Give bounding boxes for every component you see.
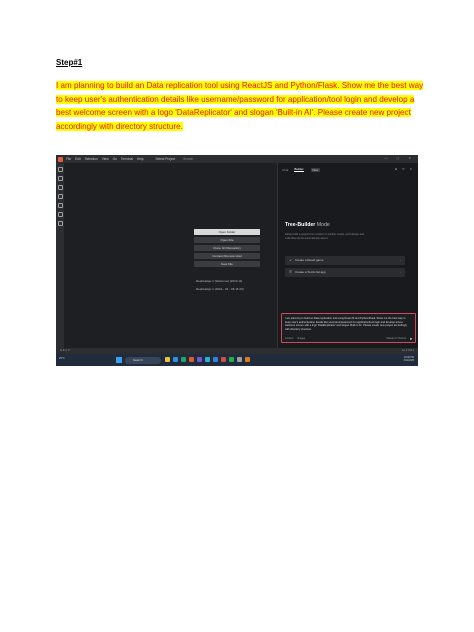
debug-icon[interactable] xyxy=(57,194,63,199)
model-selector[interactable]: Claude 3.7 Sonnet xyxy=(386,337,406,340)
panel-toolbar[interactable]: ⊕ ↻ ✕ xyxy=(395,167,414,171)
window-controls[interactable]: — ▢ ✕ xyxy=(384,156,415,160)
settings-icon[interactable] xyxy=(57,221,63,226)
suggestion-label: Create a To-Do list app xyxy=(295,270,326,274)
menu-terminal[interactable]: Terminal xyxy=(121,157,133,161)
new-badge: New xyxy=(310,167,320,172)
source-control-icon[interactable] xyxy=(57,185,63,190)
step-heading: Step#1 xyxy=(56,58,83,67)
connect-remote-button[interactable]: Connect Remote Host xyxy=(194,253,260,259)
recent-project[interactable]: ReplicaApp 1 (Welcome) [2019 11] xyxy=(196,279,242,283)
recent-project[interactable]: ReplicaApp 1 (2019 - 02 - 06 16 23) xyxy=(196,287,244,291)
panel-title-mode: Mode xyxy=(316,222,330,228)
menu-help[interactable]: Help xyxy=(137,157,144,161)
prompt-paragraph: I am planning to build an Data replicati… xyxy=(56,79,424,133)
windows-start-icon[interactable] xyxy=(116,357,122,363)
menu-go[interactable]: Go xyxy=(113,157,117,161)
menu-file[interactable]: File xyxy=(66,157,71,161)
app-icon[interactable] xyxy=(181,357,186,362)
clone-repo-button[interactable]: Clone Git Repository xyxy=(194,245,260,251)
tab-builder[interactable]: Builder xyxy=(294,167,304,172)
context-button[interactable]: Context xyxy=(285,337,293,340)
open-file-button[interactable]: Open File xyxy=(194,237,260,243)
remote-icon[interactable] xyxy=(57,212,63,217)
panel-title: Tree-Builder Mode xyxy=(285,222,330,228)
app-icon[interactable] xyxy=(229,357,234,362)
list-icon: ☰ xyxy=(289,270,292,274)
browser-icon[interactable] xyxy=(173,357,178,362)
app-icon[interactable] xyxy=(237,357,242,362)
taskbar-apps xyxy=(165,357,253,362)
system-clock[interactable]: 10:09 PM 3/11/2025 xyxy=(404,356,414,363)
panel-title-text: Tree-Builder xyxy=(285,222,316,228)
clock-date: 3/11/2025 xyxy=(403,359,414,363)
ai-side-panel: Chat Builder New ⊕ ↻ ✕ Tree-Builder Mode… xyxy=(277,163,418,348)
app-icon[interactable] xyxy=(213,357,218,362)
taskbar-search[interactable]: Search xyxy=(125,356,161,364)
rocket-icon: ➶ xyxy=(289,258,292,262)
app-icon[interactable] xyxy=(245,357,250,362)
images-button[interactable]: Images xyxy=(297,337,305,340)
app-icon[interactable] xyxy=(205,357,210,362)
menu-bar: File Edit Selection View Go Terminal Hel… xyxy=(56,155,418,163)
app-logo-icon xyxy=(58,156,63,162)
panel-description: Easily build a project from scratch or a… xyxy=(285,233,364,240)
welcome-editor: Open Folder Open File Clone Git Reposito… xyxy=(64,163,275,348)
tab-chat[interactable]: Chat xyxy=(282,168,288,172)
new-file-button[interactable]: New File xyxy=(194,261,260,267)
explorer-icon[interactable] xyxy=(57,167,63,172)
windows-taskbar: 25°C Search 10:09 PM 3/11/2025 xyxy=(56,354,418,366)
extensions-icon[interactable] xyxy=(57,203,63,208)
app-icon[interactable] xyxy=(189,357,194,362)
project-selector[interactable]: Select Project xyxy=(156,157,176,161)
chat-input-box[interactable]: I am planning to build an Data replicati… xyxy=(281,313,416,343)
highlighted-prompt: I am planning to build an Data replicati… xyxy=(56,81,424,131)
ide-screenshot: File Edit Selection View Go Terminal Hel… xyxy=(56,155,418,366)
activity-bar xyxy=(56,163,64,348)
folder-icon[interactable] xyxy=(165,357,170,362)
command-search[interactable]: Search xyxy=(183,157,193,161)
menu-view[interactable]: View xyxy=(102,157,109,161)
app-icon[interactable] xyxy=(221,357,226,362)
arrow-right-icon: › xyxy=(400,270,401,274)
suggestion-todo-app[interactable]: ☰ Create a To-Do list app › xyxy=(285,268,405,277)
menu-edit[interactable]: Edit xyxy=(75,157,81,161)
app-icon[interactable] xyxy=(197,357,202,362)
suggestion-label: Create a React game xyxy=(295,258,324,262)
open-folder-button[interactable]: Open Folder xyxy=(194,229,260,235)
arrow-right-icon: › xyxy=(400,258,401,262)
menu-selection[interactable]: Selection xyxy=(85,157,98,161)
send-icon[interactable]: ➤ xyxy=(409,337,413,341)
search-icon[interactable] xyxy=(57,176,63,181)
weather-widget[interactable]: 25°C xyxy=(59,357,65,360)
suggestion-react-game[interactable]: ➶ Create a React game › xyxy=(285,256,405,265)
chat-input-text[interactable]: I am planning to build an Data replicati… xyxy=(285,317,409,331)
